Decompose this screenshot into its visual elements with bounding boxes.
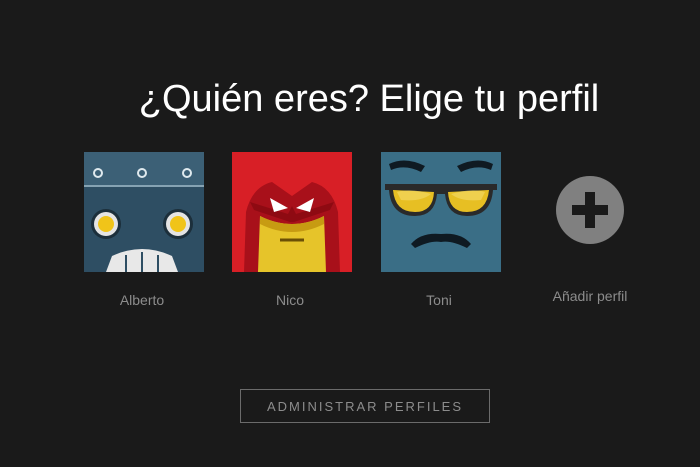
profile-name[interactable]: Nico	[230, 292, 350, 308]
profile-name[interactable]: Alberto	[82, 292, 202, 308]
red-helmet-icon	[232, 152, 352, 272]
profile-item-alberto[interactable]: Alberto	[82, 150, 206, 308]
manage-profiles-button[interactable]: ADMINISTRAR PERFILES	[240, 389, 490, 423]
add-profile-item[interactable]: Añadir perfil	[530, 150, 654, 304]
profile-item-nico[interactable]: Nico	[230, 150, 354, 308]
profile-avatar[interactable]	[82, 150, 206, 274]
profile-avatar[interactable]	[379, 150, 503, 274]
profile-item-toni[interactable]: Toni	[379, 150, 503, 308]
page-title: ¿Quién eres? Elige tu perfil	[138, 78, 600, 120]
profile-gate-page: ¿Quién eres? Elige tu perfil Alberto Nic…	[0, 0, 700, 467]
profile-avatar[interactable]	[230, 150, 354, 274]
plus-circle-icon[interactable]	[556, 176, 624, 244]
profile-name[interactable]: Toni	[379, 292, 499, 308]
sunglasses-face-icon	[381, 152, 501, 272]
add-profile-button[interactable]	[530, 150, 650, 270]
add-profile-label[interactable]: Añadir perfil	[530, 288, 650, 304]
robot-icon	[84, 152, 204, 272]
profile-list: Alberto Nico Toni Añadir perfil	[0, 150, 700, 320]
